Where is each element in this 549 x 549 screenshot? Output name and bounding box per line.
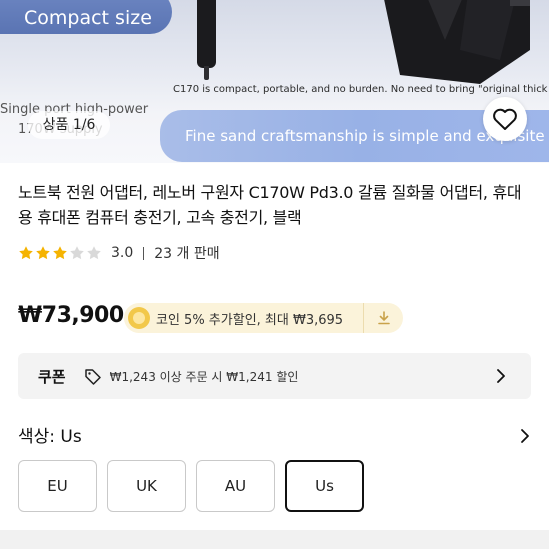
rating-divider [143, 246, 145, 260]
color-option-us[interactable]: Us [285, 460, 364, 512]
download-icon[interactable] [363, 303, 403, 333]
section-divider [0, 530, 549, 549]
chevron-right-icon[interactable] [517, 428, 533, 444]
color-label: 색상: Us [18, 427, 82, 447]
color-option-eu[interactable]: EU [18, 460, 97, 512]
color-option-au[interactable]: AU [196, 460, 275, 512]
coin-discount-text: 코인 5% 추가할인, 최대 ₩3,695 [156, 312, 344, 328]
color-option-uk[interactable]: UK [107, 460, 186, 512]
arrow-down-icon [377, 311, 390, 325]
rating-row[interactable]: 3.0 23 개 판매 [18, 243, 220, 263]
cable-graphic [197, 0, 216, 68]
product-price: ₩73,900 [18, 303, 124, 328]
wishlist-button[interactable] [483, 97, 527, 141]
rating-value: 3.0 [111, 245, 134, 261]
star-icon [19, 246, 33, 260]
coin-discount-banner[interactable]: 코인 5% 추가할인, 최대 ₩3,695 [124, 303, 403, 333]
sold-count: 23 개 판매 [154, 246, 220, 262]
chevron-right-icon [497, 369, 505, 383]
tag-icon [84, 369, 101, 385]
compact-size-label: Compact size [0, 0, 172, 34]
image-caption: C170 is compact, portable, and no burden… [173, 84, 549, 95]
star-icon [36, 246, 50, 260]
coupon-description: ₩1,243 이상 주문 시 ₩1,241 할인 [109, 369, 299, 384]
star-icon [70, 246, 84, 260]
star-rating [18, 245, 102, 261]
color-options: EU UK AU Us [18, 460, 364, 512]
coin-icon [128, 307, 150, 329]
star-icon [87, 246, 101, 260]
image-counter: 상품 1/6 [28, 111, 110, 139]
coupon-label: 쿠폰 [38, 367, 66, 386]
coupon-row[interactable]: 쿠폰 ₩1,243 이상 주문 시 ₩1,241 할인 [18, 353, 531, 399]
product-title: 노트북 전원 어댑터, 레노버 구원자 C170W Pd3.0 갈륨 질화물 어… [18, 183, 522, 227]
charger-graphic [384, 0, 530, 84]
star-icon [53, 246, 67, 260]
cable-tip-graphic [204, 66, 209, 80]
heart-icon [493, 108, 517, 130]
product-image[interactable]: Compact size C170 is compact, portable, … [0, 0, 549, 163]
